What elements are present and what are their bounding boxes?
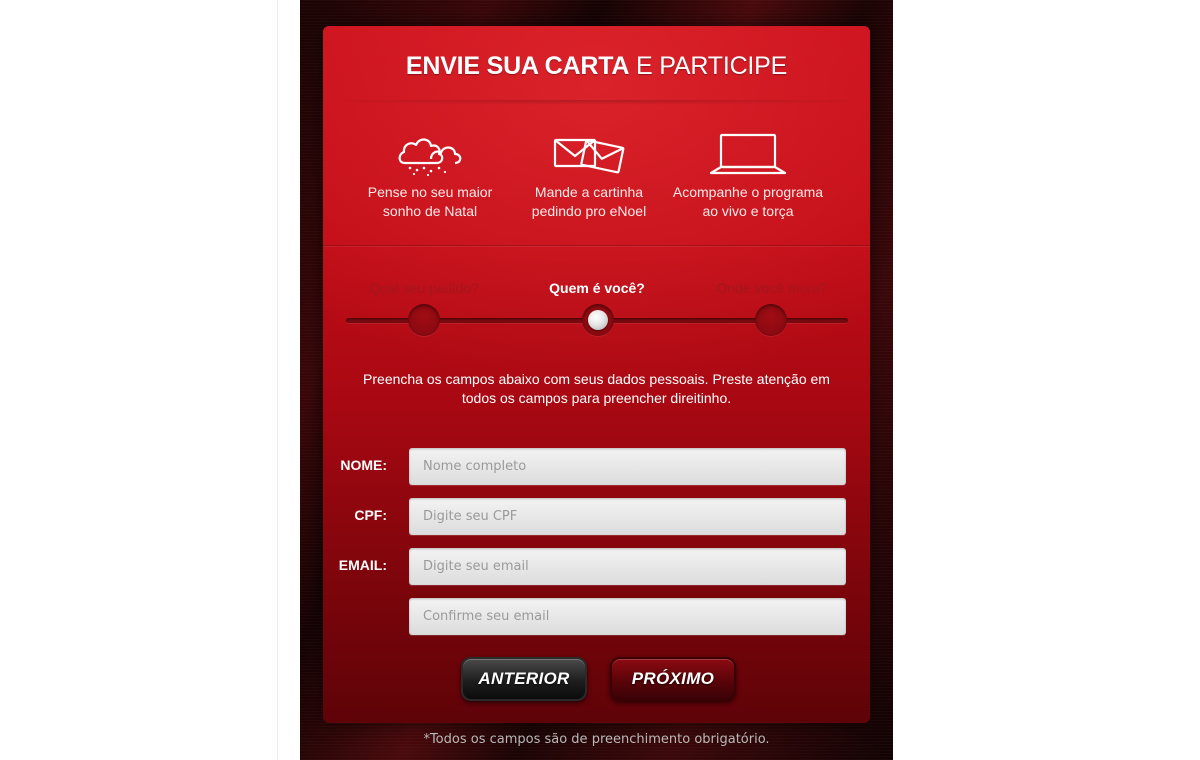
cpf-label: CPF: — [354, 507, 387, 523]
name-label: NOME: — [340, 457, 387, 473]
envelopes-icon — [553, 138, 625, 174]
feature-think-dream-line2: sonho de Natal — [382, 203, 478, 219]
feature-watch-show-line2: ao vivo e torça — [702, 203, 794, 219]
email-input[interactable] — [409, 548, 846, 585]
next-button[interactable]: PRÓXIMO — [610, 657, 736, 701]
feature-think-dream: Pense no seu maior sonho de Natal — [345, 130, 515, 221]
step-node-who-are-you[interactable] — [582, 304, 614, 336]
title-light-text: E PARTICIPE — [636, 52, 788, 80]
step-node-request[interactable] — [408, 304, 440, 336]
features-separator — [323, 245, 870, 246]
title-bold-text: ENVIE SUA CARTA — [405, 52, 630, 80]
feature-watch-show: Acompanhe o programa ao vivo e torça — [663, 130, 833, 221]
letter-form-card: ENVIE SUA CARTA E PARTICIPE Pense no seu… — [323, 26, 870, 723]
cpf-input[interactable] — [409, 498, 846, 535]
title-separator — [343, 100, 850, 110]
feature-send-letter-line2: pedindo pro eNoel — [531, 203, 647, 219]
previous-button[interactable]: ANTERIOR — [461, 657, 587, 701]
feature-send-letter-line1: Mande a cartinha — [534, 184, 644, 200]
step-label-address[interactable]: Onde você mora? — [682, 280, 862, 296]
step-label-who-are-you[interactable]: Quem é você? — [507, 280, 687, 296]
name-input[interactable] — [409, 448, 846, 485]
page-divider — [277, 0, 278, 760]
clouds-icon — [398, 138, 462, 177]
confirm-email-input[interactable] — [409, 598, 846, 635]
page-background: ENVIE SUA CARTA E PARTICIPE Pense no seu… — [300, 0, 893, 760]
step-label-request[interactable]: Qual seu pedido? — [334, 280, 514, 296]
email-label: EMAIL: — [338, 557, 387, 573]
required-fields-note: *Todos os campos são de preenchimento ob… — [423, 732, 770, 747]
card-title: ENVIE SUA CARTA E PARTICIPE — [323, 52, 870, 81]
step-node-address[interactable] — [755, 304, 787, 336]
feature-send-letter: Mande a cartinha pedindo pro eNoel — [504, 130, 674, 221]
form-instructions: Preencha os campos abaixo com seus dados… — [363, 370, 830, 408]
instructions-line2: todos os campos para preencher direitinh… — [461, 390, 732, 406]
feature-think-dream-line1: Pense no seu maior — [367, 184, 493, 200]
instructions-line1: Preencha os campos abaixo com seus dados… — [363, 371, 830, 387]
feature-watch-show-line1: Acompanhe o programa — [672, 184, 824, 200]
current-step-knob — [588, 310, 608, 330]
laptop-icon — [709, 133, 787, 175]
